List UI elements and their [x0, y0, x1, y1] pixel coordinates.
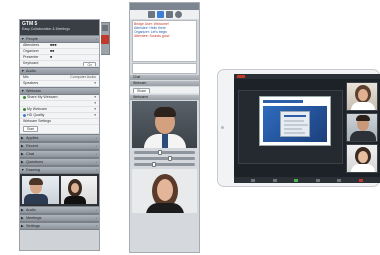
section-collapsed[interactable]: ▶ Chat ▫	[20, 150, 99, 158]
section-label: Webcam	[26, 89, 41, 93]
microphone-icon[interactable]	[294, 178, 299, 182]
info-icon[interactable]	[175, 11, 182, 18]
chevron-right-icon: ▶	[21, 136, 24, 140]
chevron-right-icon: ▶	[21, 152, 24, 156]
chat-toolbar	[130, 10, 199, 19]
expand-icon[interactable]: ▫	[96, 36, 97, 42]
chat-message: Attendee: Sounds good	[134, 34, 170, 38]
people-icon[interactable]	[272, 178, 277, 182]
webcam-thumbnails	[20, 174, 99, 206]
chevron-down-icon: ▼	[21, 89, 25, 93]
volume-slider[interactable]	[134, 156, 195, 161]
face-avatar	[157, 179, 173, 201]
volume-slider[interactable]	[134, 150, 195, 155]
chevron-down-icon: ▼	[21, 37, 25, 41]
people-icon[interactable]	[157, 11, 164, 18]
app-topbar	[234, 74, 380, 79]
face-avatar	[358, 151, 368, 163]
screen-share-icon[interactable]	[101, 35, 109, 44]
slider-knob[interactable]	[152, 162, 157, 167]
face-avatar	[70, 183, 79, 193]
section-webcam[interactable]: ▼ Webcam	[20, 87, 99, 95]
section-footer[interactable]: ▶ Settings ▫	[20, 222, 99, 230]
webcam-video[interactable]	[346, 144, 378, 173]
recording-icon	[237, 75, 245, 78]
chevron-right-icon: ▶	[21, 160, 24, 164]
webcam-video[interactable]	[60, 176, 97, 204]
share-row: Share	[130, 87, 199, 94]
section-audio[interactable]: ▼ Audio	[20, 67, 99, 75]
status-dot-icon	[23, 95, 26, 99]
panel-header: GTM 5 Easy Collaboration & Meetings	[20, 20, 99, 35]
start-button[interactable]: Start	[23, 126, 39, 132]
section-footer[interactable]: ▶ Audio ▫	[20, 206, 99, 214]
webcam-video[interactable]	[132, 169, 197, 213]
presentation-slide	[259, 96, 331, 146]
panel-side-tab[interactable]	[101, 22, 110, 55]
section-collapsed[interactable]: ▶ Recent ▫	[20, 142, 99, 150]
webcam-video[interactable]	[22, 176, 59, 204]
meeting-controls	[234, 177, 380, 183]
participant-list	[346, 82, 378, 175]
section-people[interactable]: ▼ People ▫	[20, 35, 99, 43]
camera-icon	[221, 126, 224, 129]
shared-screen[interactable]	[238, 90, 343, 164]
status-dot-icon	[23, 113, 26, 117]
expand-icon[interactable]: ▫	[96, 151, 97, 157]
section-collapsed[interactable]: ▶ Questions ▫	[20, 158, 99, 166]
slider-knob[interactable]	[167, 156, 172, 161]
status-dot-icon	[23, 107, 26, 111]
chat-panel: Bridge User: Welcome! Attendee: Hello th…	[129, 2, 200, 253]
gear-icon[interactable]	[148, 11, 155, 18]
end-call-icon[interactable]	[358, 178, 363, 182]
chevron-down-icon: ▼	[21, 69, 25, 73]
app-subtitle: Easy Collaboration & Meetings	[22, 27, 70, 31]
grab-handle-icon[interactable]	[102, 25, 108, 31]
share-button[interactable]: Share	[133, 88, 151, 93]
expand-icon[interactable]: ▫	[96, 135, 97, 141]
chat-icon[interactable]	[251, 178, 256, 182]
webcam-icon[interactable]	[315, 178, 320, 182]
webcam-video[interactable]	[346, 113, 378, 142]
section-collapsed[interactable]: ▶ Applies ▫	[20, 134, 99, 142]
chat-log: Bridge User: Welcome! Attendee: Hello th…	[132, 20, 197, 62]
expand-icon[interactable]: ▫	[96, 159, 97, 165]
chat-input[interactable]	[132, 63, 197, 74]
action-row: Start	[20, 125, 99, 134]
slide-title	[263, 100, 303, 103]
grid-icon[interactable]	[166, 11, 173, 18]
webcam-video[interactable]	[132, 101, 197, 148]
control-panel: GTM 5 Easy Collaboration & Meetings ▼ Pe…	[19, 19, 100, 251]
section-footer[interactable]: ▶ Meetings ▫	[20, 214, 99, 222]
window-titlebar	[130, 3, 199, 10]
expand-icon[interactable]: ▫	[96, 143, 97, 149]
face-avatar	[358, 89, 368, 101]
section-bar[interactable]: Webcam	[130, 81, 199, 86]
webcam-video[interactable]	[346, 82, 378, 111]
section-collapsed[interactable]: ▼ Drawing ▫	[20, 166, 99, 174]
slider-knob[interactable]	[158, 150, 163, 155]
chevron-right-icon: ▶	[21, 144, 24, 148]
volume-slider[interactable]	[134, 162, 195, 167]
section-bar[interactable]: Webcams	[130, 95, 199, 100]
chevron-down-icon: ▼	[21, 168, 25, 172]
expand-icon[interactable]: ▫	[96, 167, 97, 173]
screen-icon[interactable]	[337, 178, 342, 182]
section-bar[interactable]: Chat	[130, 75, 199, 80]
tablet-device	[217, 69, 380, 187]
app-window	[280, 111, 310, 137]
tablet-screen	[234, 74, 380, 183]
